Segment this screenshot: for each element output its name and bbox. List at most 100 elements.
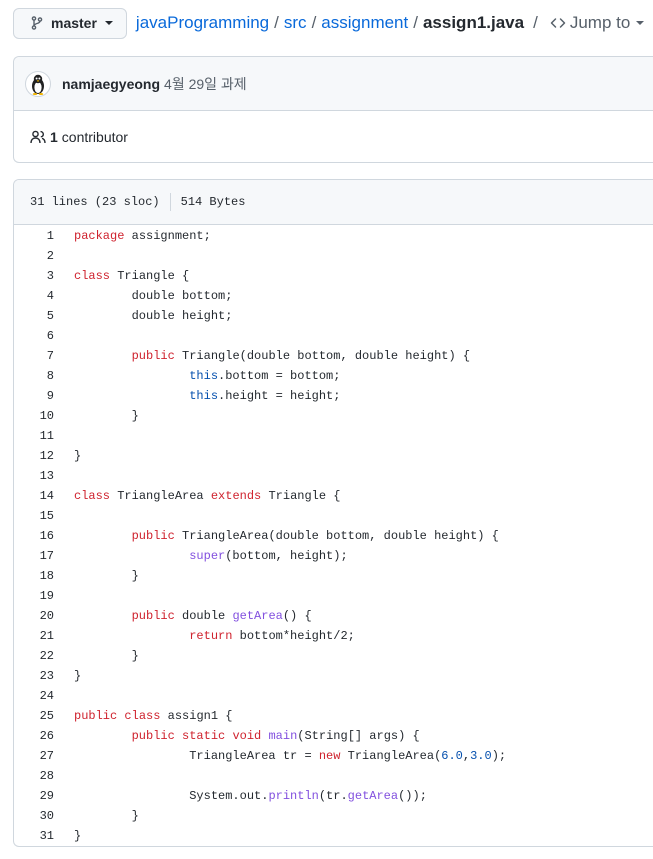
line-number[interactable]: 16 — [14, 529, 54, 543]
code-line: 10 } — [14, 406, 653, 426]
file-navigation: master javaProgramming / src / assignmen… — [13, 7, 653, 39]
line-number[interactable]: 15 — [14, 509, 54, 523]
line-number[interactable]: 9 — [14, 389, 54, 403]
code-token: .bottom = bottom; — [218, 369, 341, 383]
code-line: 13 — [14, 466, 653, 486]
code-token: .height = height; — [218, 389, 341, 403]
code-token: } — [74, 449, 82, 463]
contributor-label: contributor — [61, 129, 128, 145]
avatar[interactable] — [25, 70, 51, 97]
breadcrumb-repo-link[interactable]: javaProgramming — [136, 13, 269, 33]
line-number[interactable]: 13 — [14, 469, 54, 483]
breadcrumb-src-link[interactable]: src — [284, 13, 307, 33]
code-token: double — [174, 609, 233, 623]
latest-commit-row: namjaegyeong 4월 29일 과제 — [14, 57, 653, 111]
git-branch-icon — [31, 16, 43, 30]
line-number[interactable]: 26 — [14, 729, 54, 743]
file-size: 514 Bytes — [180, 195, 246, 209]
line-number[interactable]: 27 — [14, 749, 54, 763]
breadcrumb-separator: / — [533, 13, 538, 32]
code-token: (String[] args) { — [297, 729, 420, 743]
code-line: 5 double height; — [14, 306, 653, 326]
breadcrumb-assignment-link[interactable]: assignment — [321, 13, 408, 33]
code-line-content: super(bottom, height); — [54, 549, 348, 563]
line-number[interactable]: 6 — [14, 329, 54, 343]
line-number[interactable]: 25 — [14, 709, 54, 723]
line-number[interactable]: 19 — [14, 589, 54, 603]
line-number[interactable]: 7 — [14, 349, 54, 363]
code-line: 15 — [14, 506, 653, 526]
code-token: (bottom, height); — [225, 549, 348, 563]
breadcrumb-separator: / — [311, 13, 317, 32]
code-token: class — [74, 489, 111, 503]
line-number[interactable]: 29 — [14, 789, 54, 803]
line-number[interactable]: 1 — [14, 229, 54, 243]
line-number[interactable]: 30 — [14, 809, 54, 823]
contributors-link[interactable]: 1 contributor — [14, 111, 653, 163]
line-number[interactable]: 4 — [14, 289, 54, 303]
code-line-content: package assignment; — [54, 229, 211, 243]
code-token: ); — [491, 749, 507, 763]
code-line: 12} — [14, 446, 653, 466]
code-token: System.out. — [74, 789, 269, 803]
breadcrumb-current-file: assign1.java — [422, 13, 525, 32]
code-line: 20 public double getArea() { — [14, 606, 653, 626]
line-number[interactable]: 8 — [14, 369, 54, 383]
line-number[interactable]: 24 — [14, 689, 54, 703]
line-number[interactable]: 23 — [14, 669, 54, 683]
line-number[interactable]: 31 — [14, 829, 54, 843]
code-token: public — [131, 609, 175, 623]
code-token: public — [131, 529, 175, 543]
code-line: 8 this.bottom = bottom; — [14, 366, 653, 386]
line-number[interactable]: 3 — [14, 269, 54, 283]
line-number[interactable]: 20 — [14, 609, 54, 623]
code-token: static — [182, 729, 226, 743]
line-number[interactable]: 21 — [14, 629, 54, 643]
code-token: } — [74, 829, 82, 843]
code-token: void — [232, 729, 262, 743]
line-number[interactable]: 10 — [14, 409, 54, 423]
commit-message-link[interactable]: 4월 29일 과제 — [164, 74, 247, 94]
code-line: 26 public static void main(String[] args… — [14, 726, 653, 746]
line-number[interactable]: 14 — [14, 489, 54, 503]
code-token: public — [131, 729, 175, 743]
file-line-count: 31 lines (23 sloc) — [30, 195, 160, 209]
code-line-content: } — [54, 409, 139, 423]
code-icon — [550, 18, 566, 28]
line-number[interactable]: 5 — [14, 309, 54, 323]
breadcrumb-separator: / — [413, 13, 418, 32]
code-line-content: public static void main(String[] args) { — [54, 729, 420, 743]
line-number[interactable]: 12 — [14, 449, 54, 463]
code-token: Triangle { — [261, 489, 341, 503]
file-info-header: 31 lines (23 sloc) 514 Bytes — [14, 180, 653, 225]
jump-to-button[interactable]: Jump to — [550, 13, 645, 33]
code-token: } — [74, 569, 139, 583]
line-number[interactable]: 22 — [14, 649, 54, 663]
code-line-content: } — [54, 669, 81, 683]
branch-selector-button[interactable]: master — [13, 7, 127, 39]
code-line: 4 double bottom; — [14, 286, 653, 306]
code-line-content: return bottom*height/2; — [54, 629, 355, 643]
code-line: 21 return bottom*height/2; — [14, 626, 653, 646]
code-token: () { — [282, 609, 312, 623]
code-line: 25 public class assign1 { — [14, 706, 653, 726]
line-number[interactable]: 2 — [14, 249, 54, 263]
code-line: 11 — [14, 426, 653, 446]
line-number[interactable]: 28 — [14, 769, 54, 783]
line-number[interactable]: 11 — [14, 429, 54, 443]
code-line: 6 — [14, 326, 653, 346]
commit-author-link[interactable]: namjaegyeong — [62, 76, 160, 92]
line-number[interactable]: 18 — [14, 569, 54, 583]
code-token: extends — [210, 489, 262, 503]
chevron-down-icon — [636, 21, 645, 25]
code-token: bottom*height/2; — [232, 629, 355, 643]
code-token: 6.0 — [441, 749, 463, 763]
line-number[interactable]: 17 — [14, 549, 54, 563]
people-icon — [30, 130, 46, 144]
code-line: 3 class Triangle { — [14, 266, 653, 286]
code-line: 29 System.out.println(tr.getArea()); — [14, 786, 653, 806]
